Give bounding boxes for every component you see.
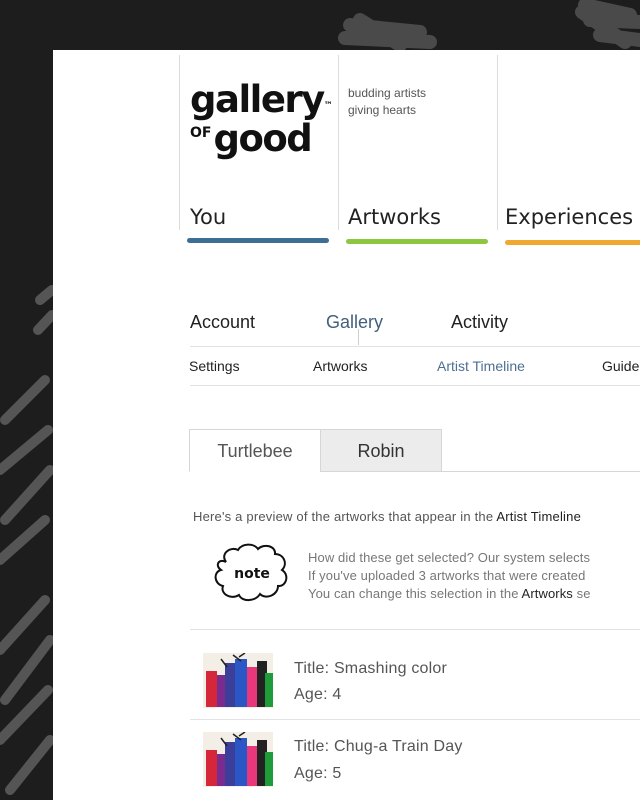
- artwork-title-row: Title: Chug-a Train Day: [294, 738, 463, 756]
- submenu-artist-timeline[interactable]: Artist Timeline: [437, 358, 525, 374]
- you-underline: [187, 238, 329, 243]
- intro-text: Here's a preview of the artworks that ap…: [193, 509, 581, 524]
- note-cloud-icon: note: [214, 543, 288, 602]
- artwork-title: Smashing color: [333, 660, 448, 677]
- note-line: You can change this selection in the Art…: [308, 585, 591, 603]
- gallery-of-good-logo[interactable]: gallery™ OF good: [190, 81, 333, 160]
- menu-activity[interactable]: Activity: [451, 312, 508, 333]
- header-divider: [338, 55, 339, 230]
- artwork-title-row: Title: Smashing color: [294, 660, 447, 678]
- section-tab-artworks[interactable]: Artworks: [348, 205, 441, 229]
- submenu-settings[interactable]: Settings: [189, 358, 240, 374]
- menu-divider: [190, 346, 640, 347]
- tab-turtlebee[interactable]: Turtlebee: [189, 429, 321, 472]
- list-divider: [190, 719, 640, 720]
- tab-robin[interactable]: Robin: [320, 429, 442, 472]
- header-divider: [497, 55, 498, 230]
- note-text: How did these get selected? Our system s…: [308, 549, 591, 603]
- page-panel: gallery™ OF good budding artists giving …: [53, 50, 640, 800]
- logo-trademark: ™: [323, 101, 333, 111]
- menu-account[interactable]: Account: [190, 312, 255, 333]
- note-artworks-link[interactable]: Artworks: [522, 586, 573, 601]
- note-line3-prefix: You can change this selection in the: [308, 586, 522, 601]
- experiences-underline: [505, 240, 640, 245]
- tagline-line: giving hearts: [348, 103, 417, 117]
- section-tab-experiences[interactable]: Experiences: [505, 205, 633, 229]
- artwork-age: 4: [332, 686, 342, 703]
- logo-word-of: OF: [190, 125, 212, 141]
- artwork-thumbnail[interactable]: [203, 732, 273, 787]
- logo-word-good: good: [213, 117, 312, 160]
- submenu-guide[interactable]: Guide: [602, 358, 639, 374]
- artwork-age: 5: [332, 765, 342, 782]
- header-divider: [179, 55, 180, 230]
- artwork-title-label: Title:: [294, 738, 330, 755]
- submenu-artworks[interactable]: Artworks: [313, 358, 367, 374]
- artwork-age-row: Age: 4: [294, 686, 341, 704]
- intro-body: Here's a preview of the artworks that ap…: [193, 509, 497, 524]
- artwork-age-row: Age: 5: [294, 765, 341, 783]
- artwork-age-label: Age:: [294, 765, 328, 782]
- section-tab-you[interactable]: You: [190, 205, 226, 229]
- note-line: If you've uploaded 3 artworks that were …: [308, 568, 586, 583]
- tagline: budding artists giving hearts: [348, 85, 426, 119]
- intro-artist-timeline-link[interactable]: Artist Timeline: [496, 509, 581, 524]
- note-line: How did these get selected? Our system s…: [308, 550, 591, 565]
- artwork-age-label: Age:: [294, 686, 328, 703]
- list-divider: [190, 629, 640, 630]
- artwork-title-label: Title:: [294, 660, 330, 677]
- artwork-thumbnail[interactable]: [203, 653, 273, 708]
- artworks-underline: [346, 239, 488, 244]
- menu-active-indicator: [358, 329, 359, 345]
- submenu-divider: [190, 385, 640, 386]
- menu-gallery[interactable]: Gallery: [326, 312, 383, 333]
- artwork-title: Chug-a Train Day: [333, 738, 463, 755]
- note-line3-suffix: se: [572, 586, 591, 601]
- note-badge-label: note: [234, 566, 270, 582]
- tagline-line: budding artists: [348, 86, 427, 100]
